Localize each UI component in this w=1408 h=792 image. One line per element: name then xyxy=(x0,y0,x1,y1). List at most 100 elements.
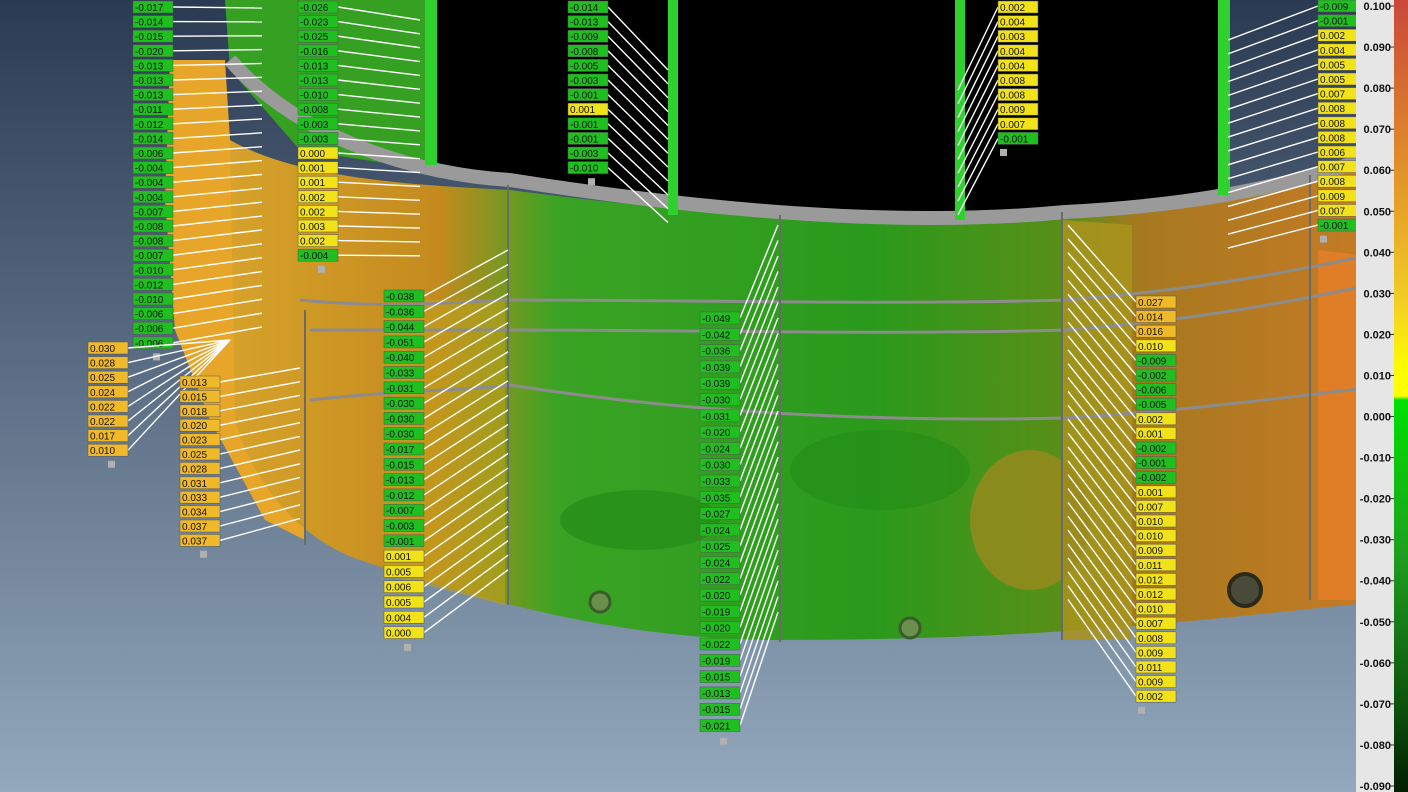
leader-line xyxy=(337,254,421,257)
deviation-value: 0.006 xyxy=(386,583,411,594)
deviation-value: 0.002 xyxy=(300,193,325,204)
deviation-value: 0.008 xyxy=(1320,133,1345,144)
deviation-value: -0.015 xyxy=(702,673,731,684)
column-anchor-marker xyxy=(1000,149,1007,156)
deviation-value: -0.003 xyxy=(570,149,599,160)
deviation-value: -0.014 xyxy=(135,18,164,29)
deviation-value: 0.009 xyxy=(1320,192,1345,203)
strut-4 xyxy=(1218,0,1230,195)
deviation-value: -0.001 xyxy=(1000,134,1029,145)
deviation-value: -0.016 xyxy=(300,47,329,58)
deviation-value: 0.023 xyxy=(182,436,207,447)
deviation-value: 0.009 xyxy=(1138,546,1163,557)
deviation-value: 0.017 xyxy=(90,432,115,443)
deviation-value: 0.012 xyxy=(1138,590,1163,601)
deviation-value: 0.005 xyxy=(386,567,411,578)
colorbar-tick-label: 0.020 xyxy=(1363,329,1391,341)
deviation-value: 0.033 xyxy=(182,493,207,504)
deviation-value: -0.019 xyxy=(702,607,731,618)
deviation-value: 0.007 xyxy=(1000,120,1025,131)
deviation-value: 0.002 xyxy=(300,237,325,248)
deviation-value: -0.001 xyxy=(386,537,415,548)
colorbar-tick-label: -0.050 xyxy=(1360,617,1391,629)
deviation-value: -0.020 xyxy=(702,428,731,439)
deviation-value: 0.014 xyxy=(1138,313,1163,324)
deviation-value: 0.005 xyxy=(386,598,411,609)
colorbar-tick-label: 0.080 xyxy=(1363,83,1391,95)
deviation-value: -0.031 xyxy=(386,384,415,395)
deviation-value: -0.002 xyxy=(1138,371,1167,382)
deviation-value: -0.002 xyxy=(1138,444,1167,455)
strut-3 xyxy=(955,0,965,220)
deviation-value: 0.004 xyxy=(1000,18,1025,29)
deviation-value: -0.002 xyxy=(1138,473,1167,484)
deviation-value: 0.002 xyxy=(1138,415,1163,426)
deviation-value: -0.010 xyxy=(300,91,329,102)
deviation-value: 0.025 xyxy=(182,450,207,461)
deviation-value: -0.015 xyxy=(702,705,731,716)
deviation-value: 0.030 xyxy=(90,344,115,355)
deviation-3d-view[interactable]: -0.017 -0.014 -0.015 -0.020 -0.013 -0.013 -0.0… xyxy=(0,0,1408,792)
deviation-value: -0.025 xyxy=(702,542,731,553)
deviation-value: -0.020 xyxy=(135,47,164,58)
deviation-value: -0.021 xyxy=(702,722,731,733)
deviation-value: 0.001 xyxy=(300,164,325,175)
colorbar-tick-label: 0.010 xyxy=(1363,370,1391,382)
deviation-value: 0.020 xyxy=(182,421,207,432)
deviation-value: 0.003 xyxy=(300,222,325,233)
deviation-value: -0.036 xyxy=(386,307,415,318)
deviation-value: 0.004 xyxy=(1000,47,1025,58)
deviation-value: -0.030 xyxy=(702,461,731,472)
deviation-value: 0.007 xyxy=(1320,163,1345,174)
deviation-value: -0.006 xyxy=(1138,386,1167,397)
deviation-value: 0.008 xyxy=(1320,177,1345,188)
deviation-value: -0.004 xyxy=(300,251,329,262)
deviation-value: -0.003 xyxy=(300,120,329,131)
deviation-value: 0.034 xyxy=(182,508,207,519)
leader-line xyxy=(172,6,263,9)
deviation-value: -0.009 xyxy=(1320,2,1349,13)
deviation-value: -0.013 xyxy=(135,91,164,102)
deviation-value: 0.002 xyxy=(1138,692,1163,703)
deviation-value: 0.031 xyxy=(182,479,207,490)
colorbar-tick-label: 0.090 xyxy=(1363,42,1391,54)
deviation-value: 0.010 xyxy=(1138,605,1163,616)
deviation-value: 0.010 xyxy=(1138,517,1163,528)
deviation-value: -0.038 xyxy=(386,292,415,303)
colorbar-tick-label: -0.080 xyxy=(1360,740,1391,752)
dark-patch-1 xyxy=(560,490,720,550)
deviation-value: -0.017 xyxy=(386,445,415,456)
colorbar-tick-label: -0.070 xyxy=(1360,699,1391,711)
colorbar-tick-label: -0.060 xyxy=(1360,658,1391,670)
deviation-value: -0.010 xyxy=(135,295,164,306)
nozzle-2 xyxy=(898,616,922,640)
deviation-value: 0.000 xyxy=(300,149,325,160)
deviation-value: 0.010 xyxy=(1138,532,1163,543)
deviation-value: -0.020 xyxy=(702,591,731,602)
deviation-value: -0.003 xyxy=(386,522,415,533)
deviation-value: -0.013 xyxy=(570,18,599,29)
deviation-value: -0.004 xyxy=(135,178,164,189)
deviation-value: -0.009 xyxy=(1138,356,1167,367)
deviation-value: -0.011 xyxy=(135,105,163,116)
deviation-value: 0.003 xyxy=(1000,32,1025,43)
colorbar-tick-label: -0.040 xyxy=(1360,576,1391,588)
deviation-value: 0.016 xyxy=(1138,327,1163,338)
column-anchor-marker xyxy=(1320,235,1327,243)
colorbar-tick-label: -0.020 xyxy=(1360,494,1391,506)
deviation-value: -0.007 xyxy=(135,207,164,218)
deviation-value: -0.024 xyxy=(702,444,731,455)
deviation-value: 0.007 xyxy=(1320,206,1345,217)
column-anchor-marker xyxy=(720,737,727,745)
deviation-value: -0.006 xyxy=(135,310,164,321)
deviation-value: 0.027 xyxy=(1138,298,1163,309)
deviation-value: -0.042 xyxy=(702,330,731,341)
column-anchor-marker xyxy=(1138,706,1145,714)
deviation-value: -0.004 xyxy=(135,193,164,204)
deviation-value: -0.001 xyxy=(1138,459,1167,470)
colorbar-tick-label: -0.030 xyxy=(1360,535,1391,547)
deviation-value: 0.018 xyxy=(182,407,207,418)
deviation-value: -0.044 xyxy=(386,323,415,334)
deviation-value: -0.010 xyxy=(135,266,164,277)
deviation-value: -0.020 xyxy=(702,624,731,635)
